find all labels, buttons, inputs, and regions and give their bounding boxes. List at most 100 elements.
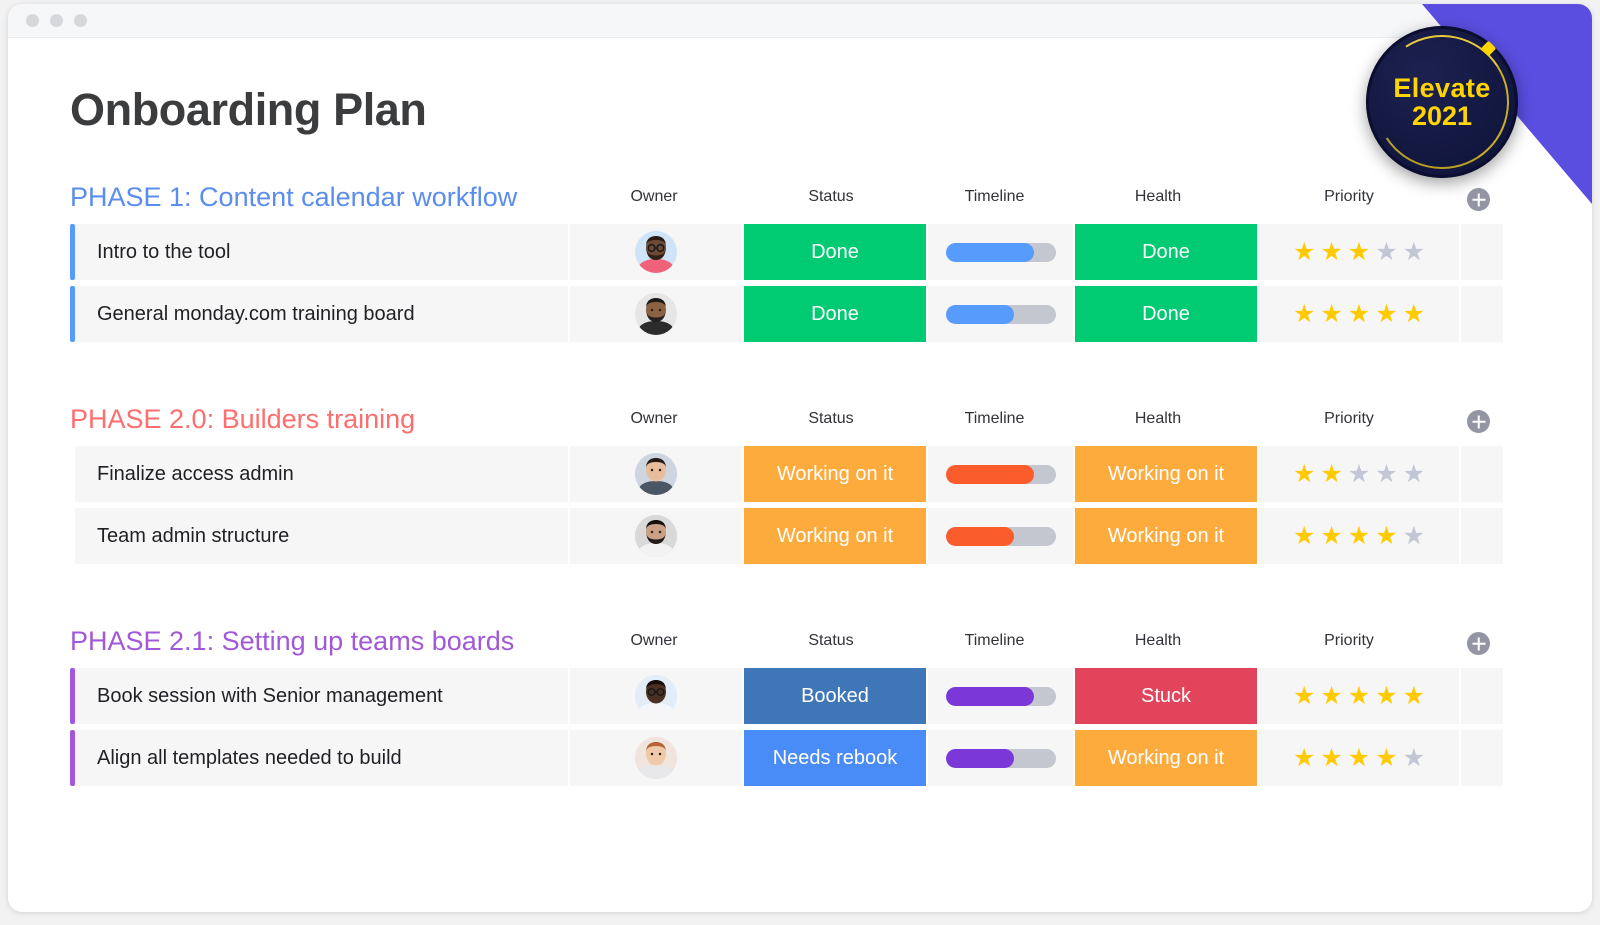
table-row[interactable]: Team admin structure Working on it Workin… (70, 508, 1592, 564)
priority-cell[interactable]: ★ ★ ★ ★ ★ (1259, 446, 1459, 502)
star-icon[interactable]: ★ (1293, 745, 1315, 771)
star-icon[interactable]: ★ (1375, 461, 1397, 487)
star-icon[interactable]: ★ (1320, 239, 1342, 265)
add-column-button[interactable] (1467, 410, 1490, 433)
timeline-cell[interactable] (928, 730, 1073, 786)
timeline-progress-fill (945, 686, 1034, 706)
status-badge[interactable]: Needs rebook (744, 730, 926, 786)
priority-cell[interactable]: ★ ★ ★ ★ ★ (1259, 224, 1459, 280)
column-header-timeline: Timeline (964, 632, 1025, 649)
task-name[interactable]: Align all templates needed to build (75, 730, 568, 786)
timeline-cell[interactable] (928, 508, 1073, 564)
star-icon[interactable]: ★ (1320, 301, 1342, 327)
maximize-icon[interactable] (74, 14, 87, 27)
star-icon[interactable]: ★ (1348, 745, 1370, 771)
section-header: PHASE 2.1: Setting up teams boards Owner S… (70, 626, 1592, 662)
priority-stars: ★ ★ ★ ★ ★ (1293, 461, 1425, 487)
table-row[interactable]: Finalize access admin Working on it Worki… (70, 446, 1592, 502)
status-badge[interactable]: Done (744, 286, 926, 342)
star-icon[interactable]: ★ (1403, 523, 1425, 549)
star-icon[interactable]: ★ (1403, 745, 1425, 771)
phase-section: PHASE 1: Content calendar workflow Owner S… (70, 182, 1592, 342)
owner-cell[interactable] (570, 446, 742, 502)
star-icon[interactable]: ★ (1375, 239, 1397, 265)
timeline-progress-fill (945, 242, 1034, 262)
task-name[interactable]: General monday.com training board (75, 286, 568, 342)
task-name[interactable]: Intro to the tool (75, 224, 568, 280)
star-icon[interactable]: ★ (1403, 301, 1425, 327)
task-name[interactable]: Finalize access admin (75, 446, 568, 502)
table-row[interactable]: Book session with Senior management Book… (70, 668, 1592, 724)
star-icon[interactable]: ★ (1375, 301, 1397, 327)
timeline-cell[interactable] (928, 286, 1073, 342)
health-badge[interactable]: Done (1075, 286, 1257, 342)
section-header: PHASE 1: Content calendar workflow Owner S… (70, 182, 1592, 218)
star-icon[interactable]: ★ (1348, 523, 1370, 549)
priority-stars: ★ ★ ★ ★ ★ (1293, 745, 1425, 771)
add-column-button[interactable] (1467, 188, 1490, 211)
star-icon[interactable]: ★ (1293, 239, 1315, 265)
add-column-button[interactable] (1467, 632, 1490, 655)
column-header-status: Status (808, 632, 854, 649)
row-trailing-cell (1461, 508, 1503, 564)
status-badge[interactable]: Working on it (744, 508, 926, 564)
avatar (635, 231, 677, 273)
priority-cell[interactable]: ★ ★ ★ ★ ★ (1259, 730, 1459, 786)
health-badge[interactable]: Done (1075, 224, 1257, 280)
star-icon[interactable]: ★ (1375, 745, 1397, 771)
star-icon[interactable]: ★ (1348, 239, 1370, 265)
priority-cell[interactable]: ★ ★ ★ ★ ★ (1259, 668, 1459, 724)
add-column-cell (1449, 632, 1539, 655)
star-icon[interactable]: ★ (1293, 683, 1315, 709)
health-badge[interactable]: Stuck (1075, 668, 1257, 724)
column-headers: Owner Status Timeline Health Priority (568, 410, 1539, 433)
column-header-health: Health (1134, 632, 1182, 649)
star-icon[interactable]: ★ (1348, 683, 1370, 709)
column-header-owner: Owner (630, 188, 678, 205)
timeline-progress-bar (945, 686, 1056, 706)
table-row[interactable]: Align all templates needed to build Need… (70, 730, 1592, 786)
close-icon[interactable] (26, 14, 39, 27)
owner-cell[interactable] (570, 508, 742, 564)
timeline-cell[interactable] (928, 446, 1073, 502)
star-icon[interactable]: ★ (1375, 523, 1397, 549)
health-badge[interactable]: Working on it (1075, 508, 1257, 564)
star-icon[interactable]: ★ (1293, 523, 1315, 549)
status-badge[interactable]: Done (744, 224, 926, 280)
star-icon[interactable]: ★ (1375, 683, 1397, 709)
star-icon[interactable]: ★ (1320, 683, 1342, 709)
timeline-cell[interactable] (928, 224, 1073, 280)
star-icon[interactable]: ★ (1293, 301, 1315, 327)
star-icon[interactable]: ★ (1320, 745, 1342, 771)
star-icon[interactable]: ★ (1403, 239, 1425, 265)
minimize-icon[interactable] (50, 14, 63, 27)
status-badge[interactable]: Booked (744, 668, 926, 724)
priority-cell[interactable]: ★ ★ ★ ★ ★ (1259, 286, 1459, 342)
priority-cell[interactable]: ★ ★ ★ ★ ★ (1259, 508, 1459, 564)
phase-section: PHASE 2.1: Setting up teams boards Owner S… (70, 626, 1592, 786)
star-icon[interactable]: ★ (1320, 461, 1342, 487)
star-icon[interactable]: ★ (1293, 461, 1315, 487)
browser-window: Elevate 2021 Onboarding Plan PHASE 1: Co… (8, 4, 1592, 912)
task-name[interactable]: Book session with Senior management (75, 668, 568, 724)
table-row[interactable]: Intro to the tool Done Done ★ ★ ★ ★ ★ (70, 224, 1592, 280)
star-icon[interactable]: ★ (1403, 461, 1425, 487)
star-icon[interactable]: ★ (1348, 301, 1370, 327)
health-badge[interactable]: Working on it (1075, 730, 1257, 786)
owner-cell[interactable] (570, 668, 742, 724)
star-icon[interactable]: ★ (1320, 523, 1342, 549)
owner-cell[interactable] (570, 224, 742, 280)
task-name[interactable]: Team admin structure (75, 508, 568, 564)
star-icon[interactable]: ★ (1403, 683, 1425, 709)
status-badge[interactable]: Working on it (744, 446, 926, 502)
owner-cell[interactable] (570, 286, 742, 342)
column-header-owner: Owner (630, 632, 678, 649)
column-header-health: Health (1134, 410, 1182, 427)
table-row[interactable]: General monday.com training board Done Do… (70, 286, 1592, 342)
owner-cell[interactable] (570, 730, 742, 786)
star-icon[interactable]: ★ (1348, 461, 1370, 487)
sections-container: PHASE 1: Content calendar workflow Owner S… (70, 182, 1592, 786)
timeline-cell[interactable] (928, 668, 1073, 724)
column-header-priority: Priority (1324, 410, 1374, 427)
health-badge[interactable]: Working on it (1075, 446, 1257, 502)
